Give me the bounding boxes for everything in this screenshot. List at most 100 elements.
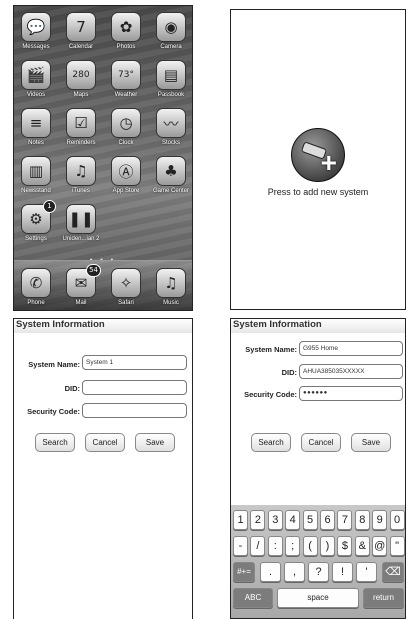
app-passbook[interactable]: ▤ Passbook bbox=[149, 60, 192, 98]
key-symbol[interactable]: & bbox=[354, 536, 370, 556]
app-itunes[interactable]: ♫ iTunes bbox=[59, 156, 103, 194]
app-camera[interactable]: ◉ Camera bbox=[149, 12, 192, 50]
app-label: Mail bbox=[75, 300, 87, 306]
page-title: System Information bbox=[14, 319, 192, 333]
itunes-icon: ♫ bbox=[66, 156, 96, 186]
return-key[interactable]: return bbox=[363, 588, 404, 608]
save-button[interactable]: Save bbox=[135, 433, 175, 452]
system-name-label: System Name: bbox=[245, 345, 297, 354]
system-name-field[interactable]: System 1 bbox=[82, 355, 187, 370]
app-stocks[interactable]: 〰 Stocks bbox=[149, 108, 192, 146]
app-label: Weather bbox=[114, 92, 138, 98]
photos-icon: ✿ bbox=[111, 12, 141, 42]
app-label: Game Center bbox=[152, 188, 189, 194]
security-code-label: Security Code: bbox=[27, 407, 80, 416]
key-9[interactable]: 9 bbox=[372, 510, 388, 530]
music-icon: ♫ bbox=[156, 268, 186, 298]
backspace-key[interactable]: ⌫ bbox=[382, 562, 404, 582]
key-symbol[interactable]: - bbox=[233, 536, 248, 556]
app-label: Settings bbox=[25, 236, 47, 242]
abc-key[interactable]: ABC bbox=[233, 588, 273, 608]
app-videos[interactable]: 🎬 Videos bbox=[14, 60, 58, 98]
search-button[interactable]: Search bbox=[35, 433, 75, 452]
app-settings[interactable]: ⚙ 1 Settings bbox=[14, 200, 58, 242]
did-label: DID: bbox=[64, 384, 80, 393]
key-7[interactable]: 7 bbox=[337, 510, 353, 530]
app-label: Music bbox=[163, 300, 179, 306]
camera-icon: ◉ bbox=[156, 12, 186, 42]
key-4[interactable]: 4 bbox=[285, 510, 301, 530]
key-0[interactable]: 0 bbox=[389, 510, 405, 530]
app-clock[interactable]: ◷ Clock bbox=[104, 108, 148, 146]
app-photos[interactable]: ✿ Photos bbox=[104, 12, 148, 50]
app-newsstand[interactable]: ▥ Newsstand bbox=[14, 156, 58, 194]
app-music[interactable]: ♫ Music bbox=[149, 268, 192, 306]
key-symbol[interactable]: ( bbox=[302, 536, 318, 556]
key-symbol[interactable]: ) bbox=[320, 536, 335, 556]
add-system-panel: + Press to add new system bbox=[230, 9, 406, 310]
security-code-field[interactable] bbox=[82, 403, 187, 418]
security-code-field[interactable]: ●●●●●● bbox=[299, 386, 403, 401]
app-weather[interactable]: 73° Weather bbox=[104, 60, 148, 98]
app-uniden-ian-2[interactable]: ❚❚ Uniden...ian 2 bbox=[59, 204, 103, 242]
app-phone[interactable]: ✆ Phone bbox=[14, 268, 58, 306]
key-punctuation[interactable]: . bbox=[260, 562, 281, 582]
app-mail[interactable]: ✉ 54 Mail bbox=[59, 264, 103, 306]
uniden-app-icon: ❚❚ bbox=[66, 204, 96, 234]
phone-icon: ✆ bbox=[21, 268, 51, 298]
app-app-store[interactable]: Ⓐ App Store bbox=[104, 156, 148, 194]
app-label: Reminders bbox=[66, 140, 96, 146]
key-punctuation[interactable]: ' bbox=[356, 562, 377, 582]
key-2[interactable]: 2 bbox=[250, 510, 266, 530]
app-maps[interactable]: 280 Maps bbox=[59, 60, 103, 98]
maps-icon: 280 bbox=[66, 60, 96, 90]
key-1[interactable]: 1 bbox=[233, 510, 248, 530]
app-safari[interactable]: ✧ Safari bbox=[104, 268, 148, 306]
plus-icon: + bbox=[320, 147, 337, 178]
app-label: Messages bbox=[22, 44, 50, 50]
key-punctuation[interactable]: ? bbox=[308, 562, 329, 582]
app-notes[interactable]: ≡ Notes bbox=[14, 108, 58, 146]
page-title: System Information bbox=[231, 319, 405, 333]
notification-badge: 1 bbox=[43, 200, 56, 213]
save-button[interactable]: Save bbox=[351, 433, 391, 452]
cancel-button[interactable]: Cancel bbox=[85, 433, 125, 452]
key-symbol[interactable]: / bbox=[250, 536, 266, 556]
settings-icon: ⚙ 1 bbox=[21, 200, 56, 234]
key-more-symbols[interactable]: #+= bbox=[233, 562, 255, 582]
system-name-field[interactable]: G955 Home bbox=[299, 341, 403, 356]
key-symbol[interactable]: ; bbox=[285, 536, 301, 556]
notes-icon: ≡ bbox=[21, 108, 51, 138]
key-6[interactable]: 6 bbox=[320, 510, 335, 530]
app-label: Safari bbox=[118, 300, 134, 306]
key-symbol[interactable]: @ bbox=[372, 536, 388, 556]
notification-badge: 54 bbox=[86, 264, 101, 277]
add-system-button[interactable]: + bbox=[291, 128, 345, 182]
did-field[interactable] bbox=[82, 380, 187, 395]
app-messages[interactable]: 💬 Messages bbox=[14, 12, 58, 50]
app-label: Passbook bbox=[157, 92, 185, 98]
newsstand-icon: ▥ bbox=[21, 156, 51, 186]
weather-icon: 73° bbox=[111, 60, 141, 90]
key-punctuation[interactable]: ! bbox=[332, 562, 353, 582]
home-screen-panel: 💬 Messages 7 Calendar ✿ Photos ◉ Camera 🎬 Videos 2… bbox=[13, 5, 193, 311]
cancel-button[interactable]: Cancel bbox=[301, 433, 341, 452]
key-punctuation[interactable]: , bbox=[284, 562, 305, 582]
key-5[interactable]: 5 bbox=[302, 510, 318, 530]
key-symbol[interactable]: " bbox=[389, 536, 405, 556]
app-game-center[interactable]: ♣ Game Center bbox=[149, 156, 192, 194]
space-key[interactable]: space bbox=[277, 588, 359, 608]
app-calendar[interactable]: 7 Calendar bbox=[59, 12, 103, 50]
search-button[interactable]: Search bbox=[251, 433, 291, 452]
app-label: Phone bbox=[27, 300, 45, 306]
app-label: App Store bbox=[112, 188, 140, 194]
did-field[interactable]: AHUA385035XXXXX bbox=[299, 364, 403, 379]
key-8[interactable]: 8 bbox=[354, 510, 370, 530]
did-label: DID: bbox=[281, 368, 297, 377]
app-reminders[interactable]: ☑ Reminders bbox=[59, 108, 103, 146]
key-symbol[interactable]: $ bbox=[337, 536, 353, 556]
app-label: Photos bbox=[116, 44, 136, 50]
security-code-label: Security Code: bbox=[244, 390, 297, 399]
key-symbol[interactable]: : bbox=[267, 536, 283, 556]
key-3[interactable]: 3 bbox=[267, 510, 283, 530]
